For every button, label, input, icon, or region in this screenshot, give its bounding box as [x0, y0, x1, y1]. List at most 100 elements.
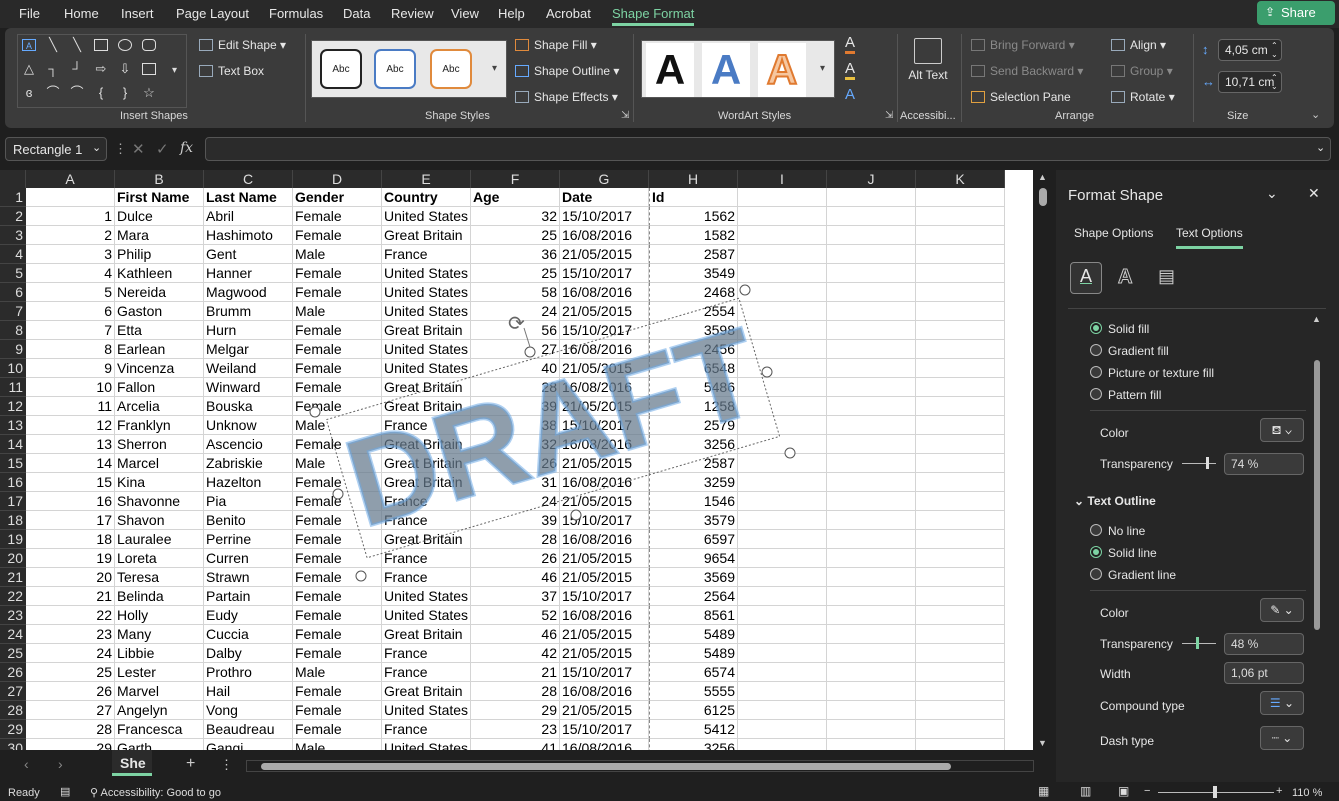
- dash-lines-icon: ┈: [1271, 731, 1279, 745]
- add-sheet-icon[interactable]: +: [186, 755, 195, 773]
- outline-transparency-label: Transparency: [1100, 637, 1173, 651]
- resize-handle[interactable]: [309, 406, 321, 418]
- resize-handle[interactable]: [355, 570, 367, 582]
- tab-text-options[interactable]: Text Options: [1176, 226, 1243, 249]
- divider: [1090, 410, 1306, 411]
- prev-sheet-icon[interactable]: ‹: [24, 756, 29, 772]
- radio-gradient-line[interactable]: [1090, 568, 1102, 580]
- option-pattern-fill[interactable]: Pattern fill: [1108, 388, 1161, 402]
- text-effects-icon[interactable]: A: [1117, 266, 1132, 289]
- group-label-size: Size: [1227, 110, 1249, 122]
- align-button[interactable]: Align ▾: [1111, 38, 1166, 52]
- rotation-stem: [523, 327, 531, 348]
- chevron-down-icon: ⌄: [1074, 494, 1088, 508]
- radio-solid-fill[interactable]: [1090, 322, 1102, 334]
- textbox-layout-icon[interactable]: ▤: [1158, 266, 1175, 287]
- horizontal-scrollbar[interactable]: [246, 760, 1034, 772]
- accessibility-label: Accessibility: Good to go: [100, 787, 221, 799]
- radio-picture-fill[interactable]: [1090, 366, 1102, 378]
- accessibility-status[interactable]: ⚲ Accessibility: Good to go: [90, 786, 221, 799]
- option-solid-fill[interactable]: Solid fill: [1108, 322, 1149, 336]
- text-outline-section[interactable]: ⌄ Text Outline: [1074, 494, 1156, 508]
- compound-lines-icon: ☰: [1269, 696, 1281, 710]
- outline-width-input[interactable]: 1,06 pt: [1224, 662, 1304, 684]
- scroll-thumb[interactable]: [1314, 360, 1320, 630]
- resize-handle[interactable]: [332, 488, 344, 500]
- pen-color-icon: ✎: [1270, 603, 1281, 617]
- page-break-view-icon[interactable]: ▣: [1118, 784, 1129, 798]
- shape-width-value: 10,71 cm: [1225, 75, 1275, 89]
- rotate-handle-icon[interactable]: ⟳: [508, 313, 525, 335]
- pane-scrollbar[interactable]: ▲: [1312, 314, 1322, 754]
- option-gradient-fill[interactable]: Gradient fill: [1108, 344, 1169, 358]
- outline-color-button[interactable]: ✎ ⌄: [1260, 598, 1304, 622]
- option-picture-fill[interactable]: Picture or texture fill: [1108, 366, 1214, 380]
- resize-handle[interactable]: [570, 509, 582, 521]
- option-solid-line[interactable]: Solid line: [1108, 546, 1157, 560]
- radio-solid-line[interactable]: [1090, 546, 1102, 558]
- option-gradient-line[interactable]: Gradient line: [1108, 568, 1176, 582]
- next-sheet-icon[interactable]: ›: [58, 756, 63, 772]
- resize-handle[interactable]: [524, 346, 536, 358]
- rotate-button[interactable]: Rotate ▾: [1111, 90, 1175, 104]
- fill-transparency-label: Transparency: [1100, 457, 1173, 471]
- compound-type-button[interactable]: ☰ ⌄: [1260, 691, 1304, 715]
- zoom-slider-thumb[interactable]: [1213, 786, 1217, 798]
- zoom-in-icon[interactable]: +: [1276, 785, 1282, 797]
- group-label-arrange: Arrange: [1055, 110, 1095, 122]
- transparency-slider-thumb[interactable]: [1206, 457, 1209, 469]
- pane-options-icon[interactable]: ⌄: [1266, 185, 1278, 202]
- zoom-out-icon[interactable]: −: [1144, 785, 1150, 797]
- text-fill-outline-icon[interactable]: A: [1070, 262, 1102, 294]
- outline-transparency-value: 48 %: [1231, 637, 1259, 651]
- tab-shape-options[interactable]: Shape Options: [1074, 226, 1153, 240]
- sheet-tab-bar: ‹ › She + ⋮: [0, 750, 1040, 782]
- text-outline-header: Text Outline: [1087, 494, 1156, 508]
- group-button[interactable]: Group ▾: [1111, 64, 1173, 78]
- radio-pattern-fill[interactable]: [1090, 388, 1102, 400]
- divider: [1090, 590, 1306, 591]
- width-label: Width: [1100, 667, 1131, 681]
- watermark-shape[interactable]: DRAFT ⟳: [0, 0, 1033, 750]
- expand-formula-icon[interactable]: ⌄: [1316, 141, 1325, 154]
- outline-transparency-input[interactable]: 48 %: [1224, 633, 1304, 655]
- transparency-slider-thumb[interactable]: [1196, 637, 1199, 649]
- zoom-level[interactable]: 110 %: [1292, 787, 1322, 799]
- transparency-slider[interactable]: [1182, 643, 1216, 644]
- outline-color-label: Color: [1100, 606, 1129, 620]
- spinner-icon[interactable]: ⌃ ⌄: [1271, 73, 1278, 91]
- scroll-thumb[interactable]: [1039, 188, 1047, 206]
- fill-color-button[interactable]: ⛾ ⌄: [1260, 418, 1304, 442]
- scroll-up-icon[interactable]: ▲: [1312, 314, 1321, 324]
- normal-view-icon[interactable]: ▦: [1038, 784, 1049, 798]
- vertical-scrollbar[interactable]: ▲ ▼: [1036, 172, 1050, 750]
- page-layout-view-icon[interactable]: ▥: [1080, 784, 1091, 798]
- option-no-line[interactable]: No line: [1108, 524, 1145, 538]
- scroll-thumb[interactable]: [261, 763, 951, 770]
- sheet-tab[interactable]: She: [112, 750, 152, 776]
- shape-width-icon: ↔: [1202, 74, 1215, 89]
- collapse-ribbon-icon[interactable]: ⌄: [1311, 108, 1320, 121]
- shape-width-input[interactable]: 10,71 cm ⌃ ⌄: [1218, 71, 1282, 93]
- scroll-up-icon[interactable]: ▲: [1038, 172, 1047, 182]
- dash-type-button[interactable]: ┈ ⌄: [1260, 726, 1304, 750]
- resize-handle[interactable]: [761, 366, 773, 378]
- shape-height-input[interactable]: 4,05 cm ⌃ ⌄: [1218, 39, 1282, 61]
- scroll-down-icon[interactable]: ▼: [1038, 738, 1047, 748]
- resize-handle[interactable]: [784, 447, 796, 459]
- resize-handle[interactable]: [739, 284, 751, 296]
- radio-no-line[interactable]: [1090, 524, 1102, 536]
- shape-height-value: 4,05 cm: [1225, 43, 1268, 57]
- macro-icon[interactable]: ▤: [60, 785, 70, 798]
- paint-bucket-icon: ⛾: [1271, 423, 1282, 437]
- fill-transparency-value: 74 %: [1231, 457, 1259, 471]
- radio-gradient-fill[interactable]: [1090, 344, 1102, 356]
- spinner-icon[interactable]: ⌃ ⌄: [1271, 41, 1278, 59]
- close-pane-icon[interactable]: ✕: [1308, 185, 1320, 202]
- status-bar: Ready ▤ ⚲ Accessibility: Good to go ▦ ▥ …: [0, 783, 1339, 801]
- transparency-slider[interactable]: [1182, 463, 1216, 464]
- fill-transparency-input[interactable]: 74 %: [1224, 453, 1304, 475]
- share-icon: ⇪: [1265, 5, 1276, 19]
- share-button[interactable]: ⇪ Share: [1257, 1, 1335, 25]
- sheet-options-icon[interactable]: ⋮: [220, 757, 233, 773]
